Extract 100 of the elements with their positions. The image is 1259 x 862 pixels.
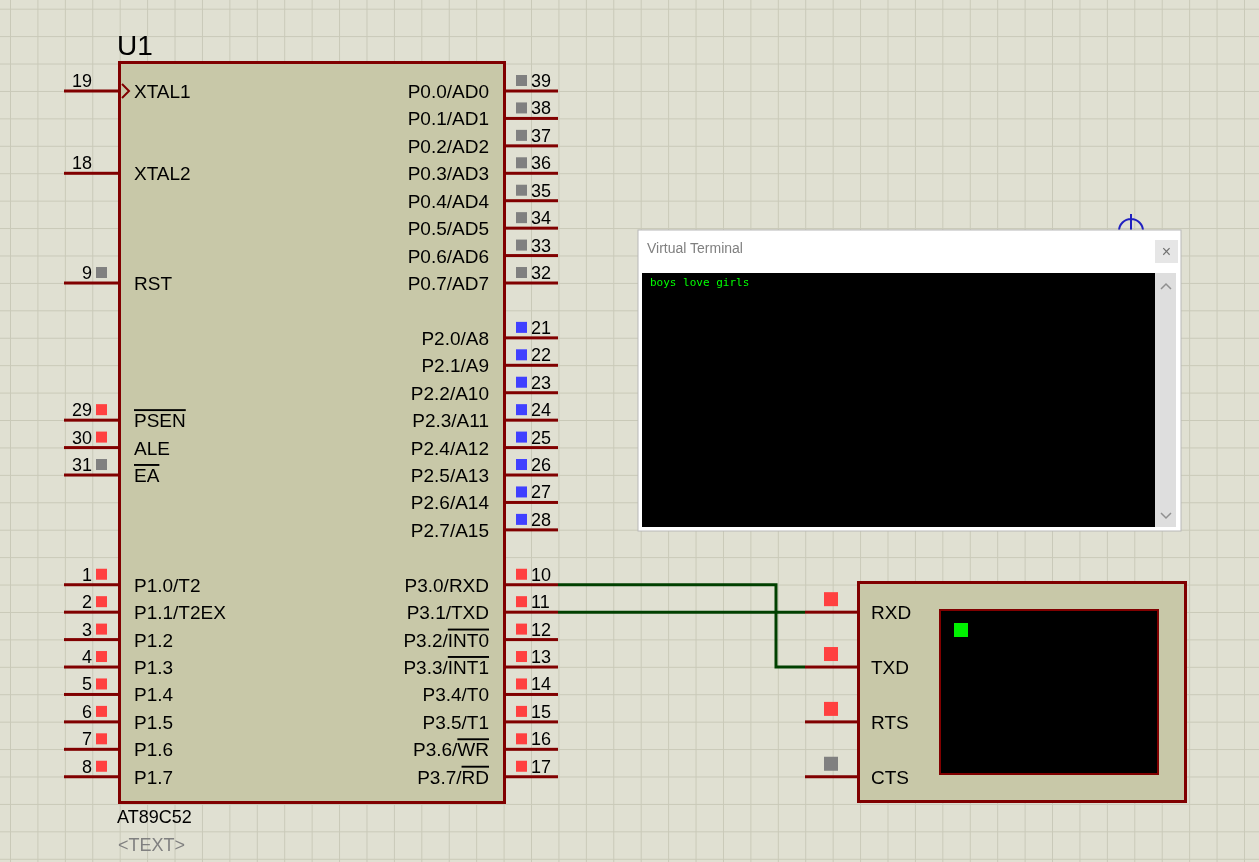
pin-number: 24 xyxy=(531,400,552,421)
pin-line xyxy=(506,528,558,532)
pin-label: XTAL1 xyxy=(134,81,191,102)
pin-number: 17 xyxy=(531,756,552,777)
pin-label: P2.5/A13 xyxy=(410,465,489,486)
pin-label: RST xyxy=(134,273,172,294)
pin-label: P2.3/A11 xyxy=(412,410,489,432)
pin-label: P2.1/A9 xyxy=(421,355,489,377)
pin-label: P0.4/AD4 xyxy=(407,190,489,212)
pin-label: P3.2/INT0 xyxy=(403,629,489,651)
pin-number: 32 xyxy=(531,263,552,283)
pin-label: P0.6/AD6 xyxy=(407,245,489,267)
pin-line xyxy=(506,610,558,614)
pin-label: P3.7/RD xyxy=(417,766,489,788)
pin-line xyxy=(506,363,558,367)
pin-label: P2.7/A15 xyxy=(410,519,489,541)
pin-number: 10 xyxy=(531,564,552,585)
pin-number: 22 xyxy=(531,345,552,366)
text-property-label: <TEXT> xyxy=(118,835,186,855)
pin-number: 34 xyxy=(531,208,552,229)
pin-number: 2 xyxy=(82,592,92,613)
pin-line xyxy=(805,610,857,614)
pin-label: PSEN xyxy=(134,410,186,432)
pin-number: 26 xyxy=(531,455,552,475)
pin-label: P1.4 xyxy=(134,684,174,706)
scroll-down-icon[interactable] xyxy=(1160,512,1172,520)
pin-line xyxy=(506,171,558,175)
pin-label: P3.5/T1 xyxy=(422,711,489,733)
pin-label: XTAL2 xyxy=(134,163,191,185)
pin-label: P0.7/AD7 xyxy=(407,273,489,294)
pin-label: P1.2 xyxy=(134,629,174,651)
pin-number: 8 xyxy=(82,756,92,777)
pin-label: P0.2/AD2 xyxy=(407,135,489,157)
pin-label: EA xyxy=(134,465,160,486)
pin-line xyxy=(805,720,857,724)
pin-line xyxy=(506,692,558,696)
pin-line xyxy=(506,638,558,642)
pin-label: P0.0/AD0 xyxy=(407,81,489,102)
pin-number: 38 xyxy=(531,98,552,119)
terminal-output-line: boys love girls xyxy=(650,276,750,289)
pin-label: P0.5/AD5 xyxy=(407,218,489,240)
pin-number: 14 xyxy=(531,674,552,695)
pin-number: 35 xyxy=(531,180,552,201)
pin-line xyxy=(506,336,558,340)
pin-number: 11 xyxy=(531,592,550,613)
pin-number: 29 xyxy=(71,400,92,421)
pin-line xyxy=(506,473,558,477)
pin-label: P2.2/A10 xyxy=(410,382,489,404)
pin-label: P3.3/INT1 xyxy=(403,657,489,679)
pin-label: P3.4/T0 xyxy=(422,684,489,706)
pin-number: 5 xyxy=(82,674,92,695)
pin-number: 16 xyxy=(531,729,552,750)
pin-label: P1.3 xyxy=(134,657,174,679)
pin-number: 30 xyxy=(71,427,92,448)
pin-label: RTS xyxy=(871,711,909,733)
pin-label: P0.3/AD3 xyxy=(407,163,489,185)
pin-line xyxy=(506,391,558,395)
pin-line xyxy=(64,89,119,93)
pin-line xyxy=(506,583,558,587)
pin-number: 36 xyxy=(531,153,552,174)
scrollbar-track[interactable] xyxy=(1155,273,1176,527)
pin-label: P2.6/A14 xyxy=(410,492,489,514)
pin-number: 15 xyxy=(531,701,552,722)
pin-number: 33 xyxy=(531,235,552,256)
pin-number: 28 xyxy=(531,509,552,530)
scroll-up-icon[interactable] xyxy=(1160,282,1172,290)
pin-label: P1.7 xyxy=(134,766,174,788)
pin-line xyxy=(506,226,558,230)
pin-number: 6 xyxy=(82,701,92,722)
part-name: AT89C52 xyxy=(117,807,192,827)
component-reference: U1 xyxy=(117,30,153,61)
pin-label: P1.0/T2 xyxy=(134,574,201,596)
pin-line xyxy=(506,281,558,285)
pin-line xyxy=(506,199,558,203)
pin-label: RXD xyxy=(871,602,912,624)
pin-line xyxy=(506,720,558,724)
pin-label: P1.1/T2EX xyxy=(134,602,226,624)
pin-line xyxy=(506,775,558,779)
pin-line xyxy=(506,747,558,751)
pin-number: 19 xyxy=(71,71,92,91)
pin-label: P1.5 xyxy=(134,711,174,733)
pin-line xyxy=(506,89,558,93)
pin-line xyxy=(506,665,558,669)
pin-number: 4 xyxy=(82,647,92,668)
pin-line xyxy=(805,665,857,669)
pin-line xyxy=(805,775,857,779)
pin-line xyxy=(506,500,558,504)
pin-number: 18 xyxy=(71,153,92,174)
pin-label: P0.1/AD1 xyxy=(407,108,489,130)
pin-label: P3.1/TXD xyxy=(406,602,489,624)
pin-number: 27 xyxy=(531,482,552,503)
close-button[interactable] xyxy=(1155,240,1178,263)
pin-number: 37 xyxy=(531,125,552,146)
pin-line xyxy=(506,446,558,450)
window-title: Virtual Terminal xyxy=(647,240,743,256)
pin-label: P1.6 xyxy=(134,739,174,761)
cursor-icon xyxy=(954,623,968,637)
pin-number: 1 xyxy=(82,564,92,585)
pin-number: 7 xyxy=(82,729,92,750)
pin-number: 13 xyxy=(531,647,552,668)
